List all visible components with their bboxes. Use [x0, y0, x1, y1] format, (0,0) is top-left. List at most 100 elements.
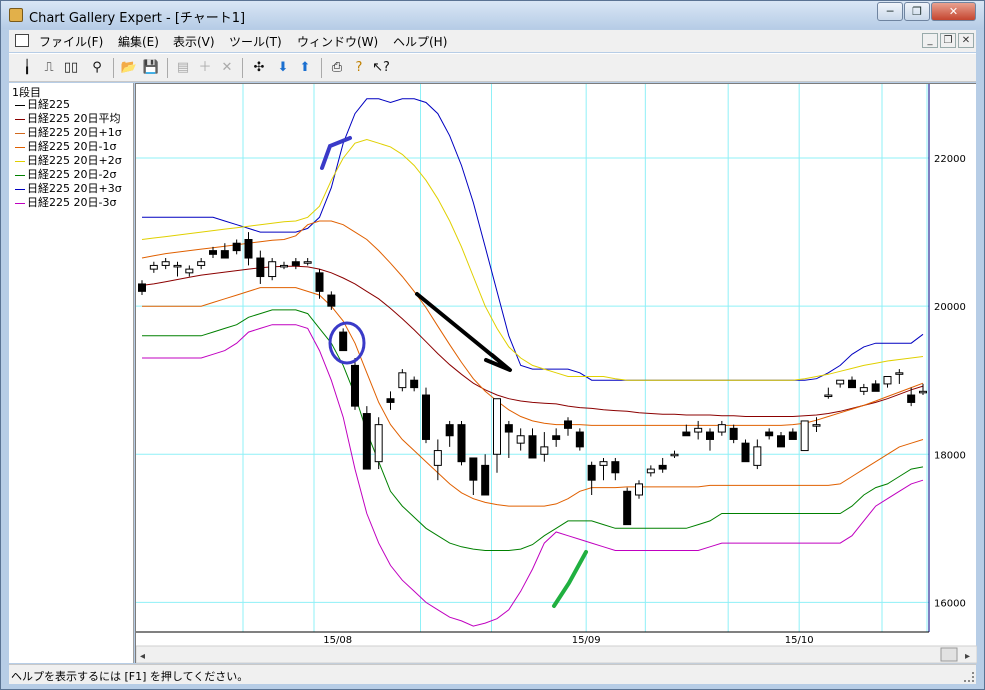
legend-label: 日経225 20日-2σ: [27, 168, 117, 181]
candle-chart-icon[interactable]: ╽: [17, 58, 37, 78]
candle-body: [138, 283, 146, 292]
toolbar-separator: [113, 58, 114, 78]
candle-body: [469, 457, 478, 481]
minimize-button[interactable]: ─: [877, 2, 903, 21]
y-tick-label: 22000: [934, 154, 966, 165]
candle-body: [836, 379, 845, 385]
split-view-icon[interactable]: ▯▯: [61, 58, 81, 78]
candle-body: [339, 331, 348, 352]
candle-body: [374, 424, 383, 463]
candle-body: [895, 372, 904, 375]
scrollbar-thumb: [940, 647, 958, 662]
candle-body: [410, 379, 419, 389]
menu-window[interactable]: ウィンドウ(W): [297, 33, 378, 50]
resize-grip[interactable]: [964, 672, 974, 682]
toolbar-separator: [242, 58, 243, 78]
mdi-close-button[interactable]: ✕: [958, 33, 974, 48]
candle-body: [907, 394, 916, 403]
candle-body: [481, 464, 490, 496]
up-arrow-icon[interactable]: ⬆: [295, 58, 315, 78]
band-line-m3: [142, 324, 924, 627]
candle-body: [658, 464, 667, 470]
x-tick-label: 15/10: [785, 635, 814, 646]
candle-body: [717, 424, 726, 433]
menu-edit[interactable]: 編集(E): [118, 33, 159, 50]
annotation-up-arrow-blue: [320, 136, 352, 170]
delete-icon[interactable]: ✕: [217, 58, 237, 78]
properties-icon[interactable]: ▤: [173, 58, 193, 78]
legend-label: 日経225 20日+2σ: [27, 154, 122, 167]
legend-item[interactable]: 日経225 20日-3σ: [15, 196, 116, 210]
mdi-minimize-button[interactable]: _: [922, 33, 938, 48]
move-icon[interactable]: ✣: [249, 58, 269, 78]
candle-body: [635, 483, 643, 496]
toolbar-separator: [321, 58, 322, 78]
candle-body: [457, 424, 466, 463]
legend-label: 日経225 20日平均: [27, 112, 121, 125]
candle-body: [540, 446, 549, 455]
scroll-left-arrow: ◂: [140, 651, 145, 662]
candle-body: [528, 435, 537, 459]
legend-swatch: [15, 160, 25, 162]
candle-body: [883, 376, 892, 385]
candle-body: [244, 239, 253, 259]
legend-item[interactable]: 日経225 20日+2σ: [15, 154, 122, 168]
annotation-up-arrow-green: [552, 550, 588, 608]
legend-item[interactable]: 日経225 20日+3σ: [15, 182, 122, 196]
menu-file[interactable]: ファイル(F): [39, 33, 103, 50]
open-folder-icon[interactable]: 📂: [119, 58, 139, 78]
legend-item[interactable]: 日経225 20日平均: [15, 112, 121, 126]
candle-body: [599, 461, 608, 466]
candle-body: [185, 268, 194, 274]
add-icon[interactable]: ＋: [195, 58, 215, 78]
candle-body: [812, 424, 821, 427]
candle-body: [729, 427, 738, 440]
close-button[interactable]: ✕: [931, 2, 976, 21]
candlestick-chart[interactable]: 22000 20000 18000 16000 15/08 15/09 15/10 ◂ ▸: [136, 84, 977, 664]
restore-button[interactable]: ❐: [904, 2, 930, 21]
candle-body: [433, 450, 442, 466]
candle-body: [706, 431, 714, 440]
chart-area[interactable]: 22000 20000 18000 16000 15/08 15/09 15/10 ◂ ▸: [135, 83, 977, 664]
down-arrow-icon[interactable]: ⬇: [273, 58, 293, 78]
candle-body: [173, 264, 182, 268]
legend-label: 日経225 20日-1σ: [27, 140, 117, 153]
candle-body: [303, 261, 312, 264]
status-bar: ヘルプを表示するには [F1] を押してください。: [9, 664, 976, 684]
legend-swatch: [15, 188, 25, 190]
horizontal-scrollbar: [136, 645, 977, 664]
legend-swatch: [15, 118, 25, 120]
candle-body: [800, 420, 809, 452]
mdi-restore-button[interactable]: ❐: [940, 33, 956, 48]
x-tick-label: 15/09: [572, 635, 601, 646]
document-icon[interactable]: [15, 34, 29, 47]
help-icon[interactable]: ?: [349, 58, 369, 78]
legend-item[interactable]: 日経225 20日-1σ: [15, 140, 116, 154]
save-icon[interactable]: 💾: [141, 58, 161, 78]
annotation-down-arrow-black: [415, 292, 512, 372]
binoculars-icon[interactable]: ⚲: [87, 58, 107, 78]
candle-body: [552, 435, 561, 440]
candle-body: [575, 431, 584, 448]
line-chart-icon[interactable]: ⎍: [39, 58, 59, 78]
candle-body: [362, 413, 371, 470]
menu-tools[interactable]: ツール(T): [229, 33, 282, 50]
legend-item[interactable]: 日経225 20日-2σ: [15, 168, 116, 182]
context-help-icon[interactable]: ↖?: [371, 58, 391, 78]
app-icon[interactable]: [9, 8, 23, 22]
candle-body: [197, 261, 206, 266]
menu-help[interactable]: ヘルプ(H): [393, 33, 447, 50]
legend-item[interactable]: 日経225 20日+1σ: [15, 126, 122, 140]
candle-body: [611, 461, 620, 474]
candle-body: [280, 264, 288, 268]
candle-body: [351, 364, 359, 407]
scroll-right-arrow: ▸: [965, 651, 970, 662]
legend-swatch: [15, 132, 25, 134]
candle-body: [919, 390, 927, 394]
legend-pane: 1段目 日経225 日経225 20日平均 日経225 20日+1σ 日経225 20…: [9, 83, 134, 663]
toolbar-separator: [167, 58, 168, 78]
menu-view[interactable]: 表示(V): [173, 33, 215, 50]
legend-item[interactable]: 日経225: [15, 98, 70, 112]
candle-body: [161, 261, 170, 266]
print-icon[interactable]: ⎙: [327, 58, 347, 78]
